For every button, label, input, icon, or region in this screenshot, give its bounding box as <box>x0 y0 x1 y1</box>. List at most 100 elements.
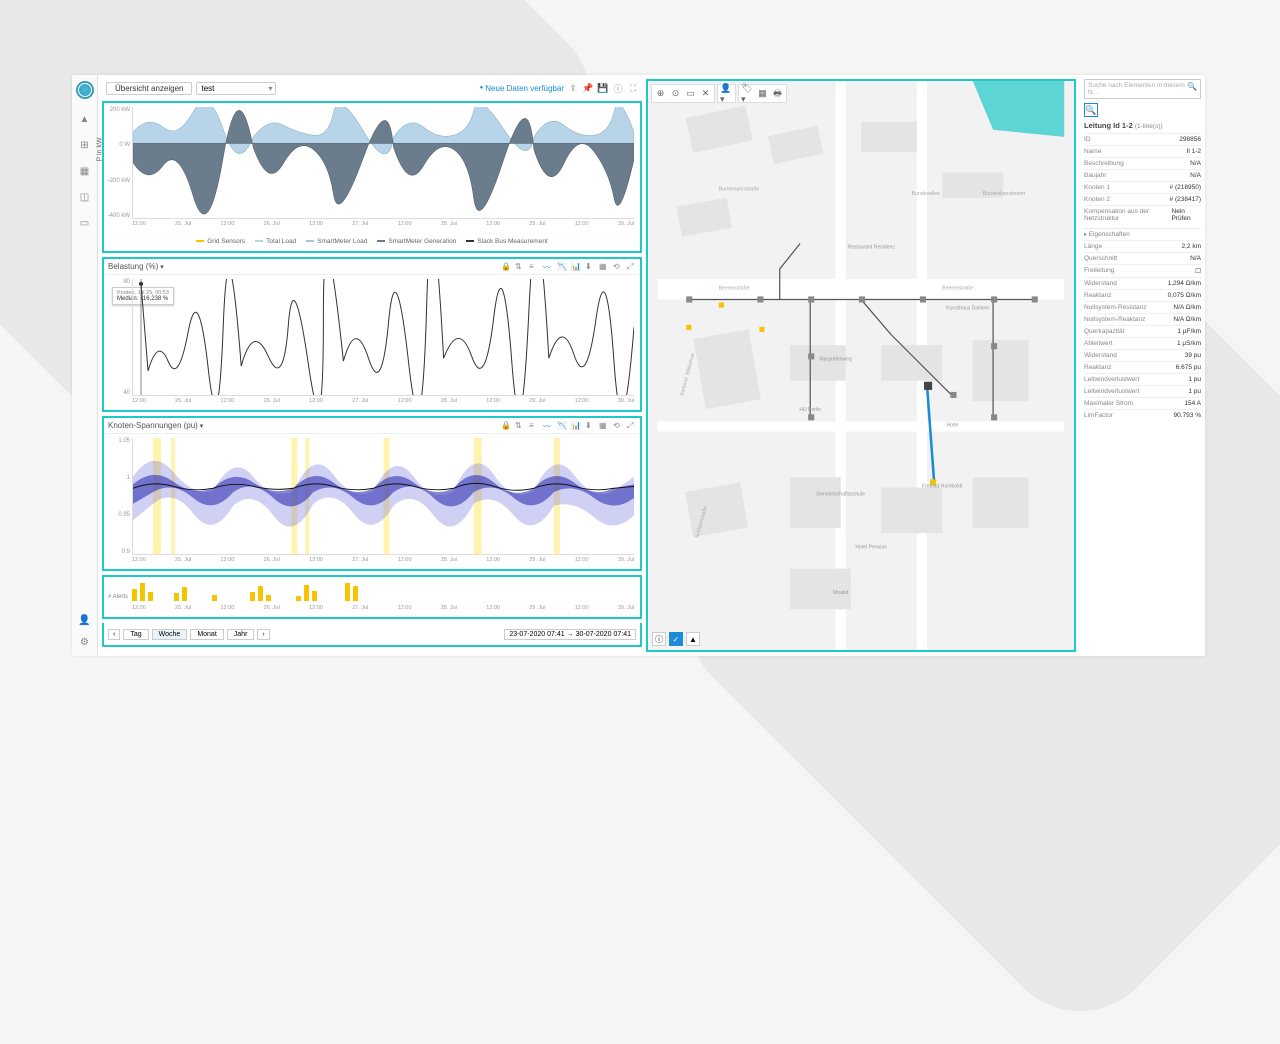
property-row: Länge2,2 km <box>1084 240 1201 252</box>
property-row: BaujahrN/A <box>1084 169 1201 181</box>
load-plot[interactable] <box>132 279 634 396</box>
share-icon[interactable]: ⇪ <box>568 83 578 93</box>
map-close-icon[interactable]: ✕ <box>699 87 712 100</box>
nav-map-icon[interactable]: ▦ <box>79 165 91 177</box>
v-fullscreen-icon[interactable]: ⤢ <box>627 421 636 430</box>
app-window: ▲ ⊞ ▦ ◫ ▭ 👤 ⚙ Übersicht anzeigen test Ne… <box>72 75 1205 656</box>
app-logo[interactable] <box>76 81 94 99</box>
property-row: Freileitung☐ <box>1084 264 1201 277</box>
svg-text:Freibad Humboldt: Freibad Humboldt <box>922 483 963 489</box>
svg-text:Hotel: Hotel <box>947 422 959 428</box>
nav-charts-icon[interactable]: ⊞ <box>79 139 91 151</box>
load-xaxis: 12:00 25. Jul 12:00 26. Jul 12:00 27. Ju… <box>132 398 634 408</box>
property-row: Kompensation aus der NetzstrukturNein Pr… <box>1084 205 1201 224</box>
map-tag-icon[interactable]: 🏷▾ <box>741 87 754 100</box>
date-next-button[interactable]: › <box>257 629 269 640</box>
ts-legend: Grid Sensors Total Load SmartMeter Load … <box>104 233 640 249</box>
map-info-button[interactable]: ⓘ <box>652 632 666 646</box>
property-row: Leitwindverlustwert1 pu <box>1084 385 1201 397</box>
svg-text:Burnemannstraße: Burnemannstraße <box>719 187 760 193</box>
svg-text:Bundeskanzleramt: Bundeskanzleramt <box>983 191 1026 197</box>
map-layer-icon[interactable]: ▦ <box>756 87 769 100</box>
chart-tool-2-icon[interactable]: ≡ <box>529 262 538 271</box>
nav-settings-icon[interactable]: ⚙ <box>79 636 91 648</box>
volt-xaxis: 12:00 25. Jul 12:00 26. Jul 12:00 27. Ju… <box>132 557 634 567</box>
expand-icon[interactable]: ⛶ <box>628 83 638 93</box>
property-row: ID298856 <box>1084 133 1201 145</box>
map-zoom-icon[interactable]: ⊙ <box>669 87 682 100</box>
main-content: Übersicht anzeigen test Neue Daten verfü… <box>98 75 1205 656</box>
chart-tool-1-icon[interactable]: ⇅ <box>515 262 524 271</box>
chart-line-icon[interactable]: 〰 <box>543 262 552 271</box>
svg-text:Beerenstraße: Beerenstraße <box>719 285 750 291</box>
chart-area-icon[interactable]: 📉 <box>557 262 566 271</box>
load-panel-title[interactable]: Belastung (%) <box>108 262 164 271</box>
scenario-select[interactable]: test <box>196 82 276 95</box>
nav-dashboard-icon[interactable]: ▲ <box>79 113 91 125</box>
date-range-display[interactable]: 23-07-2020 07:41 → 30-07-2020 07:41 <box>504 629 636 640</box>
alerts-panel: # Alerts 12:00 25. Jul 12:00 26. Jul 12:… <box>102 575 642 619</box>
property-row: LimFactor90.793 % <box>1084 409 1201 421</box>
v-reset-icon[interactable]: ⟲ <box>613 421 622 430</box>
v-table-icon[interactable]: ▦ <box>599 421 608 430</box>
save-icon[interactable]: 💾 <box>598 83 608 93</box>
props-section-eigenschaften[interactable]: Eigenschaften <box>1084 228 1201 240</box>
v-tool-1-icon[interactable]: ⇅ <box>515 421 524 430</box>
property-row: Knoten 1# (218950) <box>1084 181 1201 193</box>
map-center-icon[interactable]: ⊕ <box>654 87 667 100</box>
map-select-icon[interactable]: ▭ <box>684 87 697 100</box>
property-row: NameIl 1-2 <box>1084 145 1201 157</box>
ts-yaxis: 200 kW 0 W -200 kW -400 kW <box>106 107 130 219</box>
info-icon[interactable]: ⓘ <box>613 83 623 93</box>
chart-table-icon[interactable]: ▦ <box>599 262 608 271</box>
map-print-icon[interactable]: 🖶 <box>771 87 784 100</box>
range-monat-button[interactable]: Monat <box>190 629 223 640</box>
svg-text:Beerenstraße: Beerenstraße <box>942 285 973 291</box>
overview-button[interactable]: Übersicht anzeigen <box>106 82 192 95</box>
voltage-panel-title[interactable]: Knoten-Spannungen (pu) <box>108 421 203 430</box>
range-woche-button[interactable]: Woche <box>152 629 188 640</box>
svg-text:Restaurant Residenz: Restaurant Residenz <box>847 245 895 251</box>
search-icon[interactable]: 🔍 <box>1187 82 1197 91</box>
pin-icon[interactable]: 📌 <box>583 83 593 93</box>
ts-plot[interactable] <box>132 107 634 219</box>
nav-network-icon[interactable]: ◫ <box>79 191 91 203</box>
v-lock-icon[interactable]: 🔒 <box>501 421 510 430</box>
new-data-indicator[interactable]: Neue Daten verfügbar <box>480 84 564 93</box>
load-yaxis: 80 40 <box>106 279 130 396</box>
range-tag-button[interactable]: Tag <box>123 629 148 640</box>
v-area-icon[interactable]: 📉 <box>557 421 566 430</box>
range-jahr-button[interactable]: Jahr <box>227 629 255 640</box>
v-dl-icon[interactable]: ⬇ <box>585 421 594 430</box>
svg-text:Kurfürstl. Bibliothek: Kurfürstl. Bibliothek <box>679 352 696 396</box>
property-row: Querkapazität1 µF/km <box>1084 325 1201 337</box>
property-row: BeschreibungN/A <box>1084 157 1201 169</box>
element-search-input[interactable]: Suche nach Elementen in diesem N… 🔍 <box>1084 79 1201 99</box>
lock-icon[interactable]: 🔒 <box>501 262 510 271</box>
property-row: Widerstand39 pu <box>1084 349 1201 361</box>
volt-plot[interactable] <box>132 438 634 555</box>
chart-fullscreen-icon[interactable]: ⤢ <box>627 262 636 271</box>
svg-text:Gemeinschaftsschule: Gemeinschaftsschule <box>816 492 865 498</box>
map-canvas[interactable]: Burnemannstraße Bundesallee Bundeskanzle… <box>648 81 1074 650</box>
property-row: Widerstand1,294 Ω/km <box>1084 277 1201 289</box>
alerts-bars[interactable] <box>132 581 634 601</box>
v-line-icon[interactable]: 〰 <box>543 421 552 430</box>
map-toolbar: ⊕ ⊙ ▭ ✕ 👤▾ 🏷▾ ▦ 🖶 <box>651 84 787 103</box>
ts-xaxis: 12:00 25. Jul 12:00 26. Jul 12:00 27. Ju… <box>132 221 634 231</box>
network-map[interactable]: ⊕ ⊙ ▭ ✕ 👤▾ 🏷▾ ▦ 🖶 <box>646 79 1076 652</box>
left-sidebar: ▲ ⊞ ▦ ◫ ▭ 👤 ⚙ <box>72 75 98 656</box>
map-warn-button[interactable]: ▲ <box>686 632 700 646</box>
v-bar-icon[interactable]: 📊 <box>571 421 580 430</box>
date-prev-button[interactable]: ‹ <box>108 629 120 640</box>
v-tool-2-icon[interactable]: ≡ <box>529 421 538 430</box>
charts-column: Übersicht anzeigen test Neue Daten verfü… <box>98 75 646 656</box>
chart-reset-icon[interactable]: ⟲ <box>613 262 622 271</box>
map-user-icon[interactable]: 👤▾ <box>720 87 733 100</box>
chart-bar-icon[interactable]: 📊 <box>571 262 580 271</box>
chart-dl-icon[interactable]: ⬇ <box>585 262 594 271</box>
zoom-to-element-button[interactable]: 🔍 <box>1084 103 1098 117</box>
nav-data-icon[interactable]: ▭ <box>79 217 91 229</box>
nav-user-icon[interactable]: 👤 <box>79 614 91 626</box>
map-check-button[interactable]: ✓ <box>669 632 683 646</box>
